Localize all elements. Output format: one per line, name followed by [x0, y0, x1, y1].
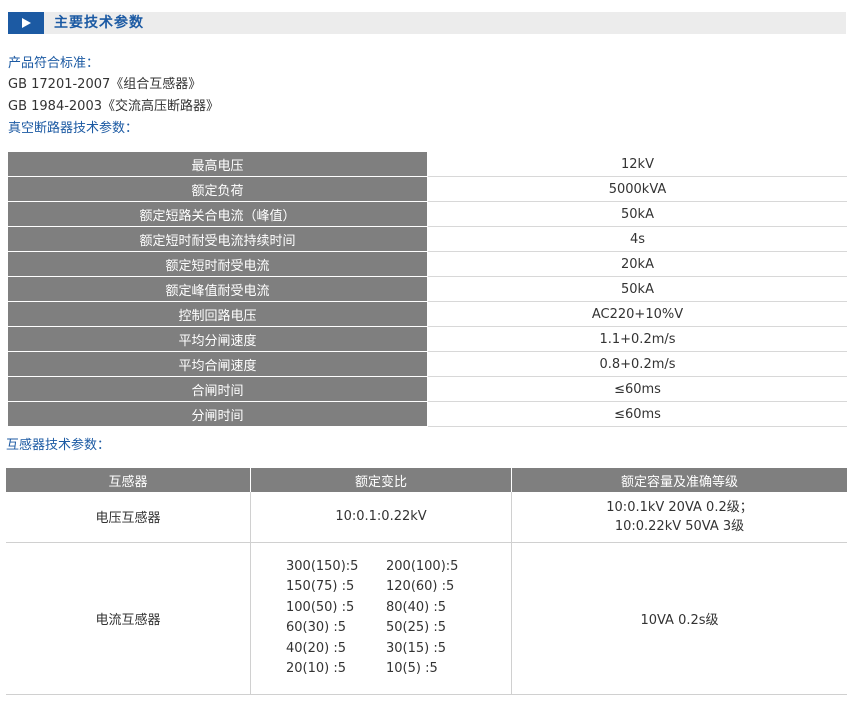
transformer-heading: 互感器技术参数： — [6, 438, 111, 453]
param-name: 额定短时耐受电流持续时间 — [8, 226, 428, 252]
breaker-spec-table: 最高电压 12kV 额定负荷 5000kVA 额定短路关合电流（峰值） 50kA 额定短时耐… — [8, 152, 847, 427]
table-row: 额定负荷 5000kVA — [8, 176, 847, 202]
param-name: 最高电压 — [8, 152, 428, 177]
param-value: 4s — [427, 226, 847, 252]
ratio-item: 60(30) :5 — [286, 620, 347, 635]
table-row: 额定短时耐受电流持续时间 4s — [8, 226, 847, 252]
play-icon — [8, 12, 44, 34]
param-name: 额定峰值耐受电流 — [8, 276, 428, 302]
table-row: 最高电压 12kV — [8, 152, 847, 177]
param-value: ≤60ms — [427, 376, 847, 402]
standard-item: GB 1984-2003《交流高压断路器》 — [8, 99, 219, 114]
capacity-line: 10:0.1kV 20VA 0.2级； — [606, 499, 753, 515]
param-name: 分闸时间 — [8, 401, 428, 427]
param-value: 0.8+0.2m/s — [427, 351, 847, 377]
transformer-capacity: 10:0.1kV 20VA 0.2级； 10:0.22kV 50VA 3级 — [511, 492, 847, 543]
param-value: 1.1+0.2m/s — [427, 326, 847, 352]
breaker-heading: 真空断路器技术参数： — [8, 121, 139, 136]
param-value: 50kA — [427, 276, 847, 302]
standards-heading: 产品符合标准： — [8, 56, 100, 71]
param-name: 额定负荷 — [8, 176, 428, 202]
param-value: 5000kVA — [427, 176, 847, 202]
transformer-ratio: 10:0.1:0.22kV — [250, 492, 512, 543]
ratio-item: 40(20) :5 — [286, 640, 347, 656]
table-row: 平均分闸速度 1.1+0.2m/s — [8, 326, 847, 352]
param-name: 控制回路电压 — [8, 301, 428, 327]
standard-item: GB 17201-2007《组合互感器》 — [8, 77, 202, 92]
ratio-item: 30(15) :5 — [386, 640, 447, 656]
section-header: 主要技术参数 — [8, 12, 846, 34]
transformer-table: 互感器 额定变比 额定容量及准确等级 电压互感器 10:0.1:0.22kV 1… — [6, 468, 847, 695]
ratio-item: 100(50) :5 — [286, 599, 355, 615]
ratio-item: 300(150):5 — [286, 558, 359, 574]
param-name: 合闸时间 — [8, 376, 428, 402]
transformer-capacity: 10VA 0.2s级 — [511, 542, 847, 695]
ratio-item: 80(40) :5 — [386, 599, 447, 615]
param-name: 额定短路关合电流（峰值） — [8, 201, 428, 227]
param-value: ≤60ms — [427, 401, 847, 427]
table-row: 额定短路关合电流（峰值） 50kA — [8, 201, 847, 227]
ratio-item: 50(25) :5 — [386, 620, 447, 635]
table-row: 电流互感器 300(150):5 200(100):5 150(75) :5 120(… — [6, 542, 847, 695]
ratio-item: 10(5) :5 — [386, 661, 438, 676]
ratio-item: 150(75) :5 — [286, 579, 355, 594]
param-value: 12kV — [427, 152, 847, 177]
param-name: 额定短时耐受电流 — [8, 251, 428, 277]
param-name: 平均合闸速度 — [8, 351, 428, 377]
table-row: 合闸时间 ≤60ms — [8, 376, 847, 402]
table-row: 电压互感器 10:0.1:0.22kV 10:0.1kV 20VA 0.2级； … — [6, 492, 847, 543]
column-header: 互感器 — [6, 468, 251, 492]
ratio-item: 20(10) :5 — [286, 661, 347, 676]
ratio-item: 120(60) :5 — [386, 579, 455, 594]
section-title: 主要技术参数 — [54, 15, 144, 31]
table-row: 控制回路电压 AC220+10%V — [8, 301, 847, 327]
column-header: 额定变比 — [250, 468, 512, 492]
transformer-name: 电压互感器 — [6, 492, 251, 543]
table-row: 额定短时耐受电流 20kA — [8, 251, 847, 277]
param-value: AC220+10%V — [427, 301, 847, 327]
param-value: 50kA — [427, 201, 847, 227]
param-name: 平均分闸速度 — [8, 326, 428, 352]
param-value: 20kA — [427, 251, 847, 277]
capacity-line: 10:0.22kV 50VA 3级 — [614, 518, 745, 534]
ratio-item: 200(100):5 — [386, 558, 459, 574]
table-row: 平均合闸速度 0.8+0.2m/s — [8, 351, 847, 377]
table-row: 额定峰值耐受电流 50kA — [8, 276, 847, 302]
transformer-ratio-list: 300(150):5 200(100):5 150(75) :5 120(60) :5… — [250, 542, 512, 695]
column-header: 额定容量及准确等级 — [511, 468, 847, 492]
transformer-name: 电流互感器 — [6, 542, 251, 695]
table-row: 分闸时间 ≤60ms — [8, 401, 847, 427]
